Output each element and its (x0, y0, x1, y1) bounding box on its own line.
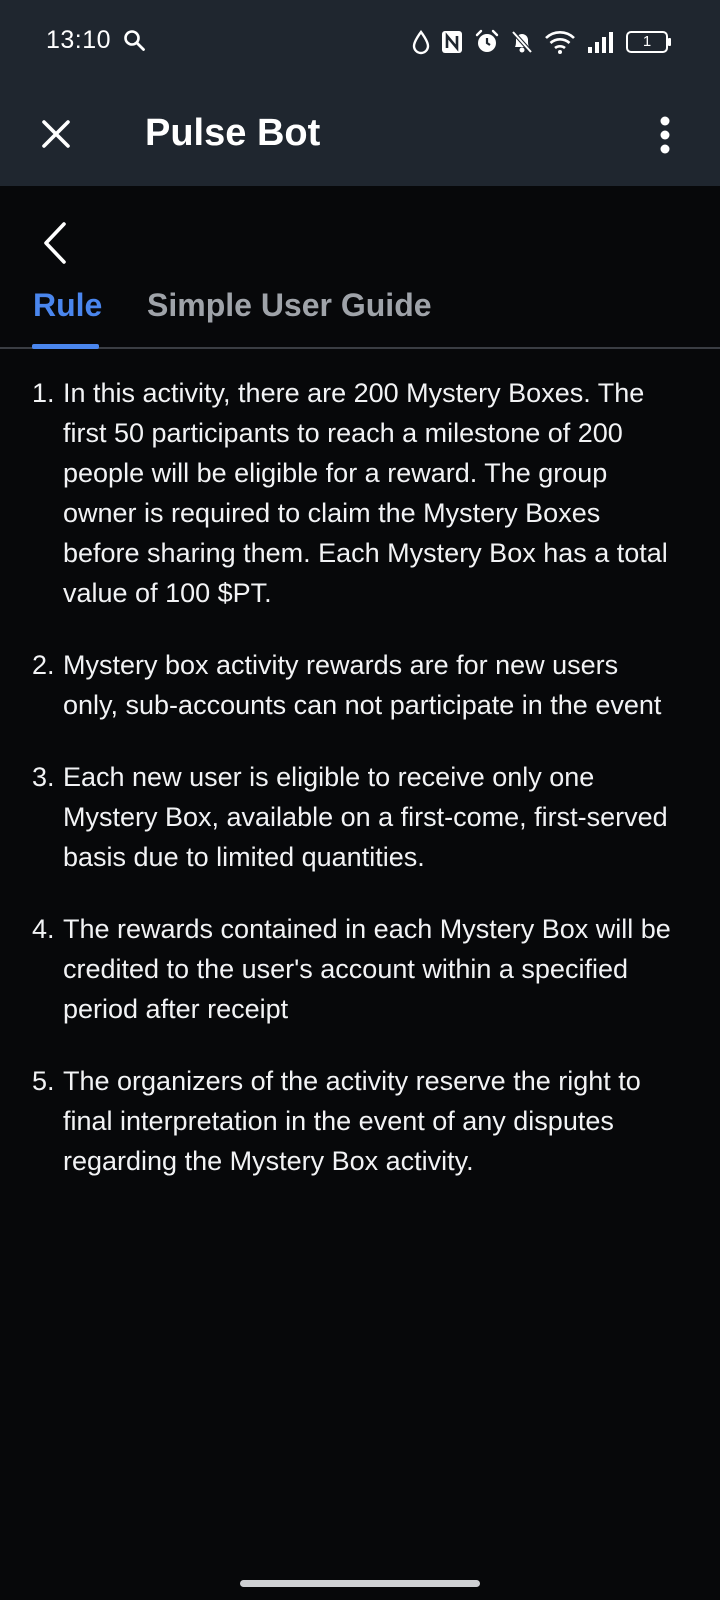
back-button[interactable] (36, 218, 76, 268)
tab-simple-user-guide[interactable]: Simple User Guide (147, 285, 432, 325)
rule-number: 3. (32, 762, 55, 792)
tab-bar: Rule Simple User Guide (0, 275, 720, 349)
mini-app-screen: 13:10 1 Pulse Bot Rule Simple User Guide… (0, 0, 720, 1600)
nfc-icon (442, 31, 462, 53)
app-bar: Pulse Bot (0, 86, 720, 186)
rule-item: 1. In this activity, there are 200 Myste… (0, 373, 720, 613)
bell-off-icon (511, 30, 533, 54)
more-vertical-icon (660, 116, 670, 154)
rule-number: 4. (32, 914, 55, 944)
wifi-icon (545, 31, 575, 54)
active-tab-indicator (32, 344, 99, 349)
close-button[interactable] (30, 108, 82, 160)
water-drop-icon (412, 30, 430, 55)
alarm-icon (475, 29, 499, 52)
rules-list: 1. In this activity, there are 200 Myste… (0, 373, 720, 1213)
battery-level: 1 (642, 33, 652, 50)
rule-text: In this activity, there are 200 Mystery … (63, 378, 668, 608)
rule-text: The rewards contained in each Mystery Bo… (63, 914, 671, 1024)
rule-item: 5. The organizers of the activity reserv… (0, 1061, 720, 1181)
signal-icon (588, 32, 613, 53)
rule-number: 1. (32, 378, 55, 408)
rule-text: Each new user is eligible to receive onl… (63, 762, 668, 872)
rule-text: Mystery box activity rewards are for new… (63, 650, 662, 720)
home-indicator[interactable] (240, 1580, 480, 1587)
status-icons: 1 (412, 27, 671, 57)
close-icon (42, 120, 70, 148)
rule-text: The organizers of the activity reserve t… (63, 1066, 641, 1176)
rule-item: 3. Each new user is eligible to receive … (0, 757, 720, 877)
status-time: 13:10 (46, 26, 112, 54)
more-options-button[interactable] (650, 108, 680, 162)
rule-number: 2. (32, 650, 55, 680)
rule-number: 5. (32, 1066, 55, 1096)
rule-item: 4. The rewards contained in each Mystery… (0, 909, 720, 1029)
chevron-left-icon (44, 222, 66, 264)
top-header: 13:10 1 Pulse Bot (0, 0, 720, 186)
app-title: Pulse Bot (145, 112, 321, 154)
tab-rule[interactable]: Rule (33, 285, 102, 325)
status-bar: 13:10 1 (0, 0, 720, 86)
rule-item: 2. Mystery box activity rewards are for … (0, 645, 720, 725)
search-icon (124, 30, 145, 51)
battery-icon: 1 (626, 31, 671, 53)
